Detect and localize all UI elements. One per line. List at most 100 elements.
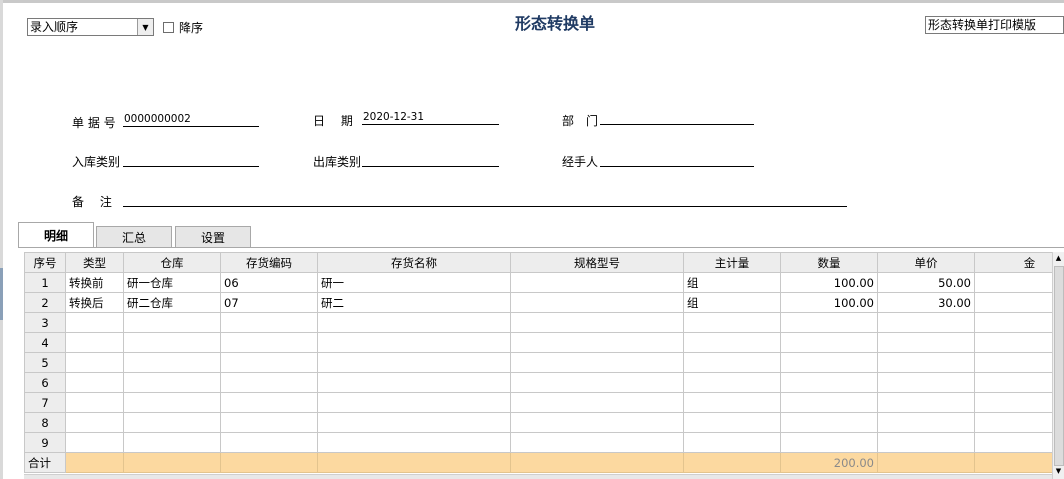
table-row[interactable]: 5: [24, 352, 1052, 373]
grid-cell[interactable]: [510, 412, 684, 433]
grid-cell[interactable]: [780, 432, 878, 453]
grid-cell[interactable]: [510, 332, 684, 353]
col-header[interactable]: 序号: [24, 252, 66, 273]
grid-cell[interactable]: 50.00: [877, 272, 975, 293]
grid-cell[interactable]: 06: [220, 272, 318, 293]
grid-cell[interactable]: [877, 372, 975, 393]
grid-cell[interactable]: [317, 312, 511, 333]
grid-cell[interactable]: 研一仓库: [123, 272, 221, 293]
grid-cell[interactable]: [780, 412, 878, 433]
checkbox-box[interactable]: [163, 22, 174, 33]
grid-cell[interactable]: [974, 292, 1052, 313]
grid-cell[interactable]: [123, 392, 221, 413]
scroll-down-icon[interactable]: ▼: [1053, 465, 1064, 477]
sort-order-select[interactable]: 录入顺序 ▼: [27, 18, 154, 36]
doc-no-field[interactable]: 0000000002: [123, 113, 259, 127]
tab-summary[interactable]: 汇总: [96, 226, 172, 248]
grid-cell[interactable]: [974, 372, 1052, 393]
descending-checkbox[interactable]: 降序: [163, 19, 203, 36]
scroll-thumb[interactable]: [1054, 266, 1064, 466]
grid-cell[interactable]: [510, 272, 684, 293]
grid-cell[interactable]: [974, 272, 1052, 293]
grid-cell[interactable]: 转换前: [65, 272, 124, 293]
detail-grid[interactable]: 序号 类型 仓库 存货编码 存货名称 规格型号 主计量 数量 单价 金 1 转换前…: [24, 252, 1052, 479]
grid-cell[interactable]: [510, 372, 684, 393]
col-header[interactable]: 金: [974, 252, 1052, 273]
grid-cell[interactable]: [65, 332, 124, 353]
print-template-select[interactable]: 形态转换单打印模版: [925, 16, 1064, 34]
tab-settings[interactable]: 设置: [175, 226, 251, 248]
grid-cell[interactable]: [974, 392, 1052, 413]
grid-cell[interactable]: [123, 412, 221, 433]
col-header[interactable]: 数量: [780, 252, 878, 273]
grid-cell[interactable]: [123, 332, 221, 353]
scroll-up-icon[interactable]: ▲: [1053, 252, 1064, 264]
grid-cell[interactable]: [780, 332, 878, 353]
vertical-scrollbar[interactable]: ▲ ▼: [1052, 252, 1064, 479]
grid-cell[interactable]: [683, 392, 781, 413]
handler-field[interactable]: [600, 153, 754, 167]
table-row[interactable]: 8: [24, 412, 1052, 433]
grid-cell[interactable]: [510, 352, 684, 373]
grid-cell[interactable]: [974, 352, 1052, 373]
grid-cell[interactable]: [123, 432, 221, 453]
grid-cell[interactable]: 研二仓库: [123, 292, 221, 313]
grid-cell[interactable]: [510, 432, 684, 453]
table-row[interactable]: 7: [24, 392, 1052, 413]
grid-cell[interactable]: [877, 332, 975, 353]
grid-cell[interactable]: [220, 392, 318, 413]
table-row[interactable]: 9: [24, 432, 1052, 453]
grid-cell[interactable]: [780, 392, 878, 413]
grid-cell[interactable]: 研二: [317, 292, 511, 313]
grid-cell[interactable]: [65, 392, 124, 413]
grid-cell[interactable]: 转换后: [65, 292, 124, 313]
grid-cell[interactable]: [974, 312, 1052, 333]
grid-cell[interactable]: [974, 432, 1052, 453]
grid-cell[interactable]: [317, 332, 511, 353]
col-header[interactable]: 规格型号: [510, 252, 684, 273]
date-field[interactable]: 2020-12-31: [362, 111, 499, 125]
grid-cell[interactable]: [123, 352, 221, 373]
remark-field[interactable]: [123, 193, 847, 207]
col-header[interactable]: 仓库: [123, 252, 221, 273]
grid-cell[interactable]: [317, 432, 511, 453]
dropdown-arrow-icon[interactable]: ▼: [137, 19, 153, 35]
grid-cell[interactable]: [877, 432, 975, 453]
table-row[interactable]: 1 转换前 研一仓库 06 研一 组 100.00 50.00: [24, 272, 1052, 293]
horizontal-scrollbar[interactable]: [24, 474, 1052, 479]
grid-cell[interactable]: [683, 332, 781, 353]
grid-cell[interactable]: [220, 332, 318, 353]
table-row[interactable]: 2 转换后 研二仓库 07 研二 组 100.00 30.00: [24, 292, 1052, 313]
grid-cell[interactable]: 30.00: [877, 292, 975, 313]
grid-cell[interactable]: 研一: [317, 272, 511, 293]
grid-cell[interactable]: [974, 332, 1052, 353]
grid-cell[interactable]: [317, 352, 511, 373]
col-header[interactable]: 主计量: [683, 252, 781, 273]
grid-cell[interactable]: [683, 372, 781, 393]
grid-cell[interactable]: [317, 372, 511, 393]
grid-cell[interactable]: [65, 432, 124, 453]
grid-cell[interactable]: [877, 352, 975, 373]
grid-cell[interactable]: [220, 352, 318, 373]
grid-cell[interactable]: [780, 372, 878, 393]
grid-cell[interactable]: [65, 372, 124, 393]
grid-cell[interactable]: [65, 412, 124, 433]
grid-cell[interactable]: [65, 312, 124, 333]
out-type-field[interactable]: [362, 153, 499, 167]
grid-cell[interactable]: [780, 352, 878, 373]
table-row[interactable]: 6: [24, 372, 1052, 393]
grid-cell[interactable]: [683, 432, 781, 453]
grid-cell[interactable]: [220, 412, 318, 433]
table-row[interactable]: 4: [24, 332, 1052, 353]
grid-cell[interactable]: [877, 412, 975, 433]
in-type-field[interactable]: [123, 153, 259, 167]
tab-detail[interactable]: 明细: [18, 222, 94, 248]
grid-cell[interactable]: [123, 372, 221, 393]
grid-cell[interactable]: [220, 432, 318, 453]
grid-cell[interactable]: [65, 352, 124, 373]
grid-cell[interactable]: [683, 352, 781, 373]
grid-cell[interactable]: [317, 392, 511, 413]
col-header[interactable]: 类型: [65, 252, 124, 273]
grid-cell[interactable]: [317, 412, 511, 433]
grid-cell[interactable]: 100.00: [780, 292, 878, 313]
